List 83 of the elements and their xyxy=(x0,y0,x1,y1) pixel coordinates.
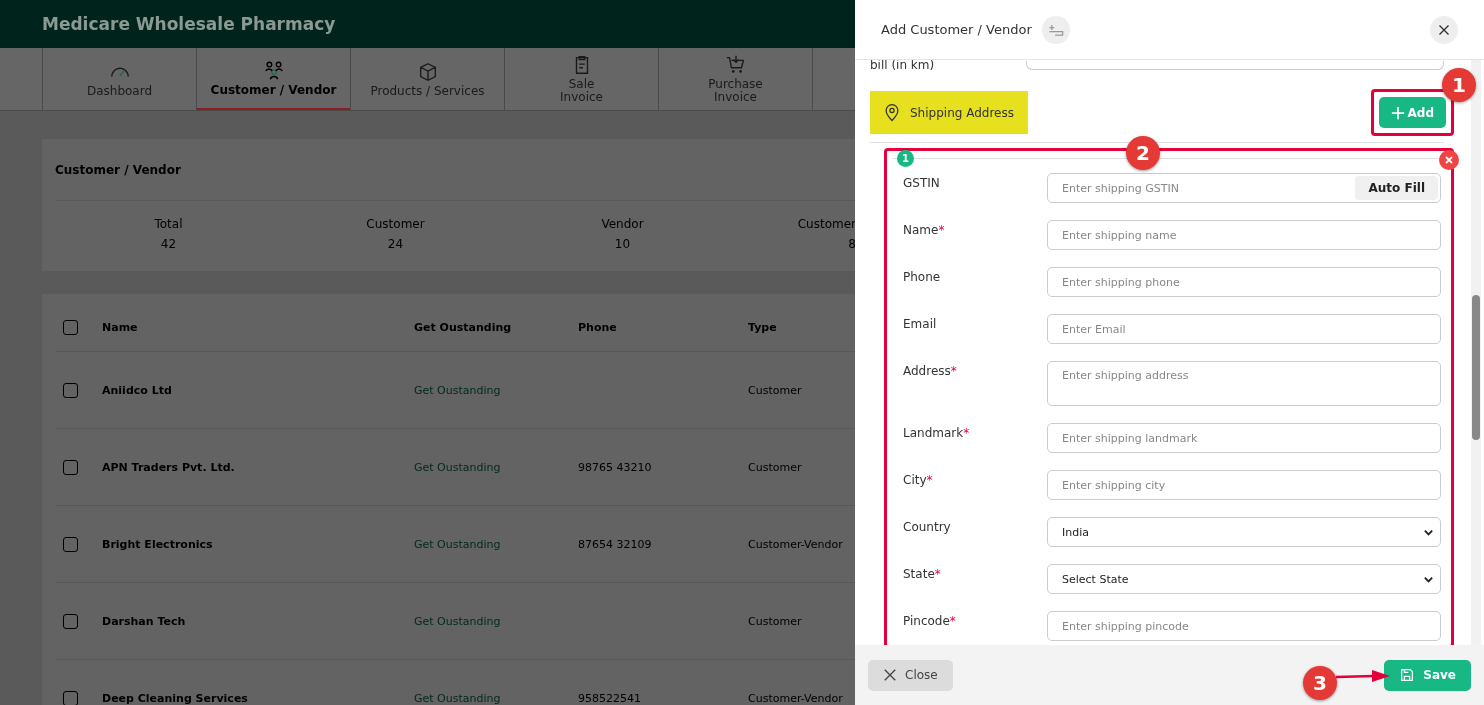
checkbox[interactable] xyxy=(63,459,78,475)
auto-fill-button[interactable]: Auto Fill xyxy=(1355,176,1438,200)
table-cell: Customer xyxy=(748,383,802,397)
field-label: Address* xyxy=(903,363,958,378)
checkbox[interactable] xyxy=(63,613,78,629)
nav-tab[interactable]: Dashboard xyxy=(42,48,196,110)
field-label: Email xyxy=(903,316,938,331)
stat-label: Total xyxy=(154,217,183,231)
save-button[interactable]: Save xyxy=(1384,659,1471,691)
outstanding-link[interactable]: Get Oustanding xyxy=(414,460,578,474)
step-badge: 1 xyxy=(1442,68,1476,102)
section-title: Shipping Address xyxy=(910,105,1014,120)
field-label: Landmark* xyxy=(903,425,971,440)
table-cell: Customer xyxy=(748,614,802,628)
dropdown[interactable]: Select State xyxy=(1047,564,1441,594)
stat-value: 42 xyxy=(160,237,177,251)
arrow-icon xyxy=(1336,668,1390,684)
stat-value: 10 xyxy=(614,237,631,251)
field-label: bill (in km) xyxy=(870,60,936,71)
scrollbar-thumb[interactable] xyxy=(1472,295,1480,440)
outstanding-link[interactable]: Get Oustanding xyxy=(414,691,578,705)
close-icon xyxy=(883,668,897,682)
save-icon xyxy=(1399,667,1416,683)
field-label: Pincode* xyxy=(903,613,957,628)
close-button[interactable]: Close xyxy=(868,659,953,691)
table-cell-text: 87654 32109 xyxy=(578,537,653,551)
column-header: Phone xyxy=(578,321,618,334)
input-field[interactable]: Enter shipping name xyxy=(1047,220,1441,250)
column-header: Name xyxy=(102,321,139,334)
table-cell-text: Bright Electronics xyxy=(102,537,214,551)
text-area[interactable]: Enter shipping address xyxy=(1047,361,1441,406)
step-badge: 2 xyxy=(1126,136,1160,170)
people-icon xyxy=(262,59,285,82)
app-title: Medicare Wholesale Pharmacy xyxy=(42,14,336,34)
field-label: State* xyxy=(903,566,942,581)
table-cell-text: Darshan Tech xyxy=(102,614,187,628)
input-field[interactable]: Enter shipping GSTIN Auto Fill xyxy=(1047,173,1441,203)
field-label: GSTIN xyxy=(903,175,941,190)
stat-value: 8 xyxy=(848,237,855,251)
column-header: Type xyxy=(748,321,777,334)
stat-value: 24 xyxy=(387,237,404,251)
table-cell-text: Deep Cleaning Services xyxy=(102,691,249,705)
input-field[interactable]: Enter shipping phone xyxy=(1047,267,1441,297)
input-field[interactable] xyxy=(1026,60,1444,70)
plus-icon xyxy=(1390,105,1405,120)
add-row-icon-button[interactable] xyxy=(1041,15,1070,44)
section-title: Customer / Vendor xyxy=(55,139,855,201)
table-cell-text: Aniidco Ltd xyxy=(102,383,173,397)
dropdown[interactable]: India xyxy=(1047,517,1441,547)
outstanding-link[interactable]: Get Oustanding xyxy=(414,614,578,628)
field-label: Country xyxy=(903,519,952,534)
input-field[interactable]: Enter Email xyxy=(1047,314,1441,344)
entry-number-badge: 1 xyxy=(897,150,914,167)
checkbox[interactable] xyxy=(63,536,78,552)
nav-tab[interactable]: Sale Invoice xyxy=(504,48,658,110)
table-cell-text: 958522541 xyxy=(578,691,642,705)
outstanding-link[interactable]: Get Oustanding xyxy=(414,537,578,551)
checkbox[interactable] xyxy=(63,320,78,335)
table-cell: Customer-Vendor xyxy=(748,537,843,551)
input-field[interactable]: Enter shipping pincode xyxy=(1047,611,1441,641)
add-button[interactable]: Add xyxy=(1378,97,1446,128)
field-label: Phone xyxy=(903,269,942,284)
field-label: City* xyxy=(903,472,934,487)
column-header: Get Oustanding xyxy=(414,321,513,334)
nav-tab[interactable]: Products / Services xyxy=(350,48,504,110)
outstanding-link[interactable]: Get Oustanding xyxy=(414,383,578,397)
table-cell: Customer-Vendor xyxy=(748,691,843,705)
panel-title: Add Customer / Vendor xyxy=(881,22,1032,37)
table-cell: Customer xyxy=(748,460,802,474)
field-label: Name* xyxy=(903,222,946,237)
close-icon xyxy=(1444,155,1454,165)
table-cell-text: APN Traders Pvt. Ltd. xyxy=(102,460,236,474)
stat-label: Vendor xyxy=(601,217,644,231)
nav-tab[interactable]: Customer / Vendor xyxy=(196,48,350,110)
checkbox[interactable] xyxy=(63,382,78,398)
nav-tab[interactable]: Purchase Invoice xyxy=(658,48,812,110)
checkbox[interactable] xyxy=(63,690,78,705)
input-field[interactable]: Enter shipping city xyxy=(1047,470,1441,500)
remove-icon-button[interactable] xyxy=(1439,150,1459,170)
input-field[interactable]: Enter shipping landmark xyxy=(1047,423,1441,453)
table-cell-text: 98765 43210 xyxy=(578,460,653,474)
stat-label: Customer xyxy=(366,217,425,231)
close-button[interactable] xyxy=(1430,15,1458,44)
